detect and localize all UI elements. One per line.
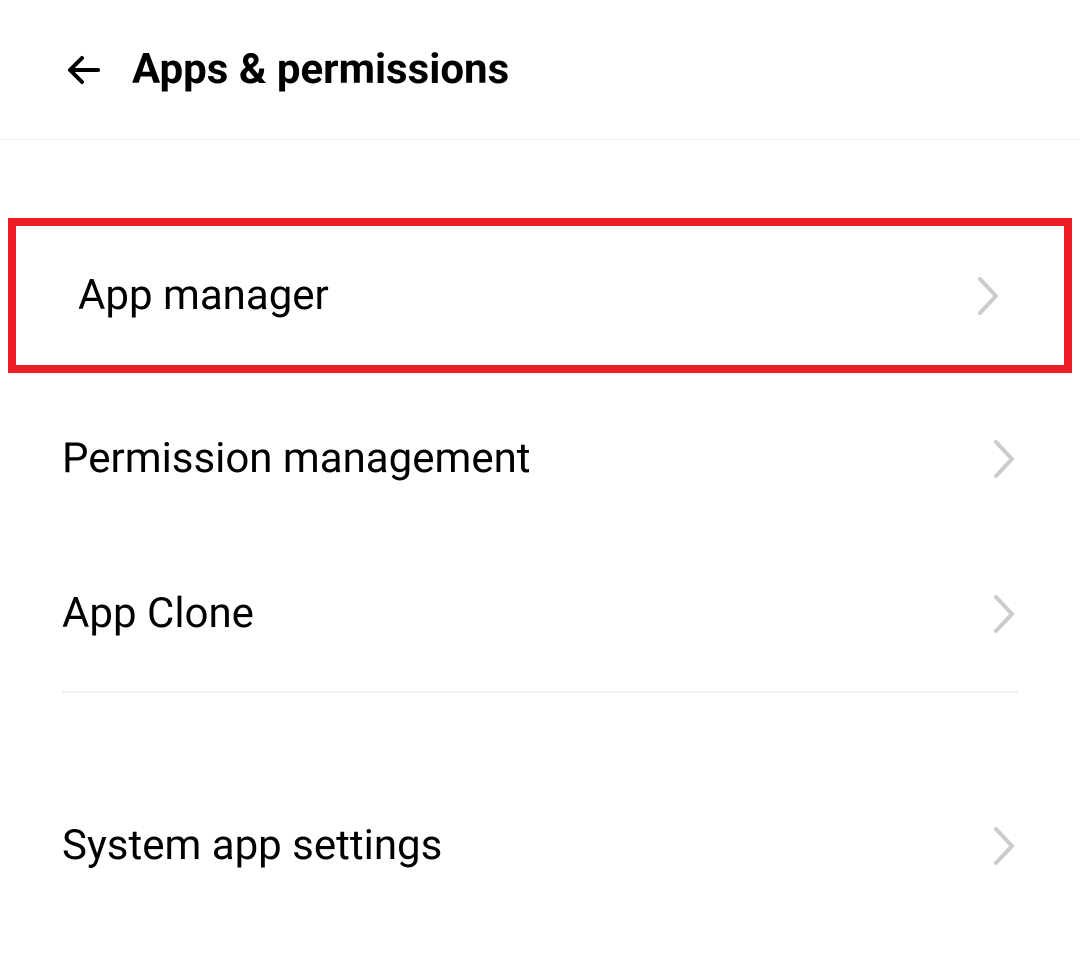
list-item-permission-management[interactable]: Permission management xyxy=(0,381,1080,536)
list-item-app-clone[interactable]: App Clone xyxy=(0,536,1080,691)
list-item-label: App Clone xyxy=(62,589,254,638)
header: Apps & permissions xyxy=(0,0,1080,140)
list-item-label: Permission management xyxy=(62,434,531,483)
list-item-label: App manager xyxy=(78,271,329,320)
list-item-system-app-settings[interactable]: System app settings xyxy=(0,768,1080,923)
spacer xyxy=(0,140,1080,218)
settings-list: App manager Permission management App Cl… xyxy=(0,218,1080,923)
page-title: Apps & permissions xyxy=(132,45,509,94)
chevron-right-icon xyxy=(974,282,1002,310)
chevron-right-icon xyxy=(990,445,1018,473)
group-spacer xyxy=(0,693,1080,768)
list-item-label: System app settings xyxy=(62,821,442,870)
chevron-right-icon xyxy=(990,600,1018,628)
back-button[interactable] xyxy=(60,46,108,94)
list-item-app-manager[interactable]: App manager xyxy=(8,218,1072,373)
arrow-left-icon xyxy=(60,46,108,94)
chevron-right-icon xyxy=(990,832,1018,860)
